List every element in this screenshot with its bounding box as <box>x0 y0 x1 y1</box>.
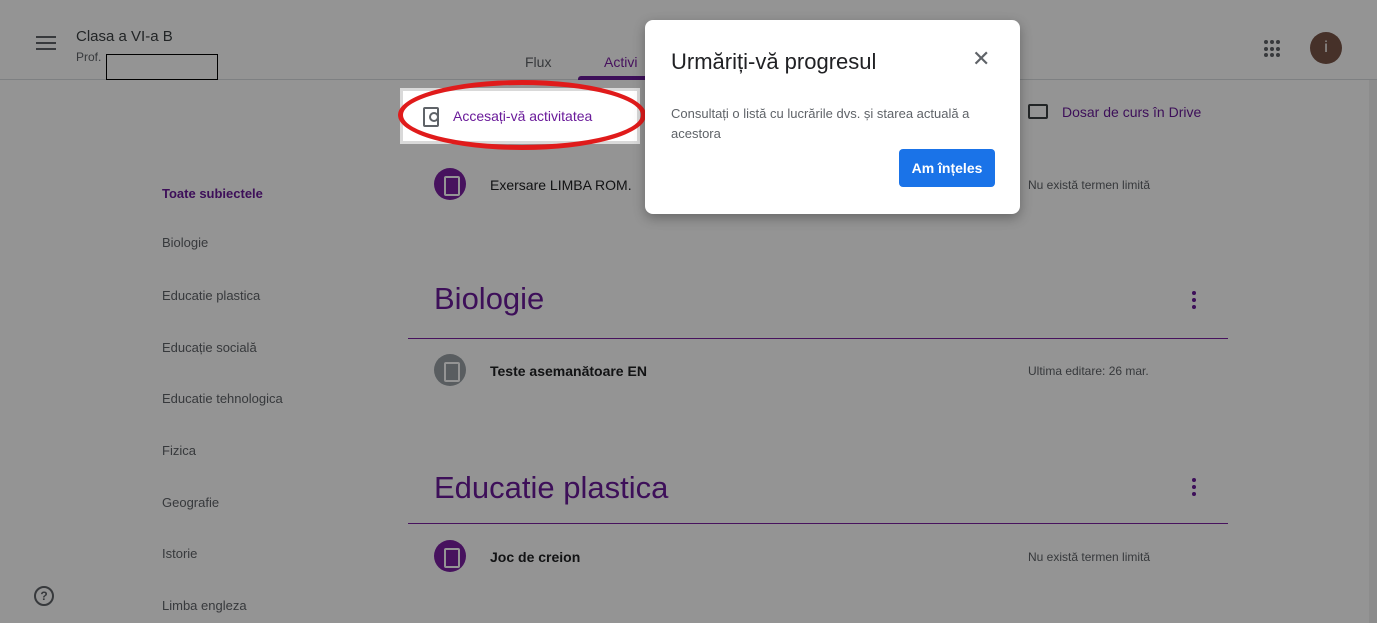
tab-activitate[interactable]: Activi <box>604 54 637 70</box>
folder-icon <box>1028 103 1048 119</box>
material-row[interactable]: Teste asemanătoare EN Ultima editare: 26… <box>432 350 1200 390</box>
redaction-box <box>106 54 218 80</box>
material-title: Teste asemanătoare EN <box>490 363 647 379</box>
google-apps-icon[interactable] <box>1264 40 1282 58</box>
tab-flux[interactable]: Flux <box>525 54 551 70</box>
assignment-title: Joc de creion <box>490 549 581 565</box>
help-icon[interactable]: ? <box>34 586 54 606</box>
drive-folder-button[interactable]: Dosar de curs în Drive <box>1028 103 1202 121</box>
sidebar-item-geografie[interactable]: Geografie <box>162 495 219 510</box>
sidebar-item-toate-subiectele[interactable]: Toate subiectele <box>162 186 263 201</box>
class-subtitle: Prof. <box>76 50 102 64</box>
dialog-text: Consultați o listă cu lucrările dvs. și … <box>671 106 970 141</box>
sidebar-item-limba-engleza[interactable]: Limba engleza <box>162 598 247 613</box>
assignment-icon <box>434 540 466 572</box>
assignment-icon <box>434 168 466 200</box>
more-options-icon[interactable] <box>1192 478 1198 500</box>
assignment-row[interactable]: Joc de creion Nu există termen limită <box>432 536 1200 576</box>
material-icon <box>434 354 466 386</box>
scrollbar[interactable] <box>1369 80 1377 623</box>
sidebar-item-biologie[interactable]: Biologie <box>162 235 208 250</box>
assignment-due: Nu există termen limită <box>1028 178 1151 192</box>
section-title-educatie-plastica: Educatie plastica <box>434 470 669 505</box>
more-options-icon[interactable] <box>1192 291 1198 313</box>
sidebar-item-educatie-plastica[interactable]: Educatie plastica <box>162 288 260 303</box>
material-edited: Ultima editare: 26 mar. <box>1028 364 1149 378</box>
assignment-ind-icon <box>423 107 439 127</box>
close-icon[interactable]: ✕ <box>972 48 990 70</box>
sidebar-item-educatie-sociala[interactable]: Educație socială <box>162 340 257 355</box>
dialog-title: Urmăriți-vă progresul <box>671 49 877 74</box>
assignment-due: Nu există termen limită <box>1028 550 1151 564</box>
section-divider <box>408 523 1228 524</box>
sidebar-item-fizica[interactable]: Fizica <box>162 443 196 458</box>
hamburger-menu-icon[interactable] <box>36 36 56 52</box>
progress-tooltip-dialog: Urmăriți-vă progresul ✕ Consultați o lis… <box>645 20 1020 214</box>
got-it-button[interactable]: Am înțeles <box>899 149 995 187</box>
class-title[interactable]: Clasa a VI-a B <box>76 28 173 45</box>
sidebar-item-istorie[interactable]: Istorie <box>162 546 197 561</box>
view-your-work-button[interactable]: Accesați-vă activitatea <box>400 88 640 144</box>
view-your-work-label: Accesați-vă activitatea <box>453 108 593 124</box>
assignment-title: Exersare LIMBA ROM. <box>490 177 632 193</box>
sidebar-item-educatie-tehnologica[interactable]: Educatie tehnologica <box>162 391 283 406</box>
section-title-biologie: Biologie <box>434 281 545 316</box>
drive-folder-label: Dosar de curs în Drive <box>1062 104 1202 120</box>
section-divider <box>408 338 1228 339</box>
account-avatar[interactable]: i <box>1310 32 1342 64</box>
